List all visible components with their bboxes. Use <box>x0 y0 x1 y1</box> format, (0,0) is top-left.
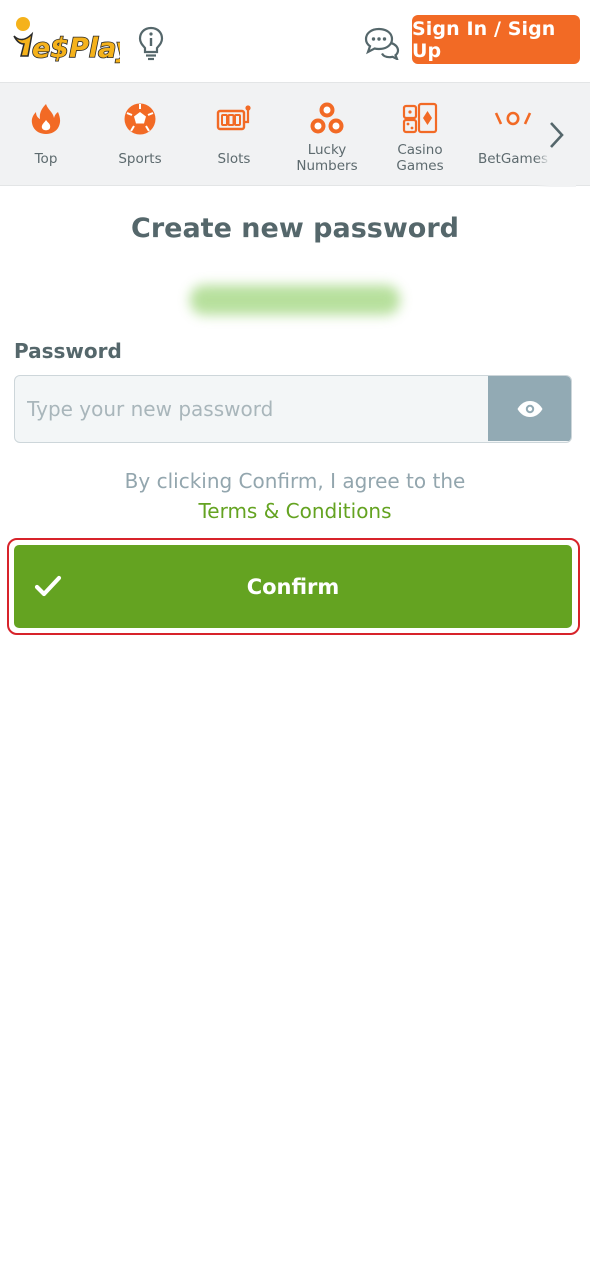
checkmark-icon <box>34 575 62 597</box>
flame-icon <box>26 99 66 139</box>
masked-phone-number <box>190 285 400 315</box>
category-top[interactable]: Top <box>1 83 91 187</box>
category-nav: Top Sports Slots Lucky Numbers Casino Ga… <box>0 82 590 187</box>
chat-bubbles-icon <box>364 27 400 60</box>
new-password-input[interactable] <box>15 376 489 441</box>
slot-machine-icon <box>214 99 254 139</box>
dice-cards-icon <box>400 99 440 139</box>
category-label: Top <box>34 151 58 167</box>
soccer-ball-icon <box>120 99 160 139</box>
agree-text: By clicking Confirm, I agree to the <box>124 469 466 493</box>
app-header: e$Play Sign In / Sign Up <box>0 0 590 82</box>
lightbulb-info-icon <box>138 26 164 61</box>
password-label: Password <box>14 339 122 363</box>
category-label: Slots <box>217 151 251 167</box>
category-label: Lucky Numbers <box>296 142 358 174</box>
category-lucky-numbers[interactable]: Lucky Numbers <box>282 83 372 187</box>
toggle-password-visibility-button[interactable] <box>488 376 571 441</box>
yesplay-logo[interactable]: e$Play <box>12 14 135 68</box>
eye-icon <box>517 400 542 417</box>
chat-button[interactable] <box>362 24 402 62</box>
terms-conditions-link[interactable]: Terms & Conditions <box>0 496 590 526</box>
chevron-right-icon <box>550 122 564 148</box>
category-label: Sports <box>118 151 162 167</box>
category-label: Casino Games <box>396 142 444 174</box>
password-field-group <box>14 375 572 443</box>
category-scroll-right[interactable] <box>536 83 576 187</box>
page-title: Create new password <box>131 213 459 244</box>
lottery-balls-icon <box>307 99 347 139</box>
category-casino-games[interactable]: Casino Games <box>375 83 465 187</box>
info-bulb-button[interactable] <box>135 24 167 62</box>
category-slots[interactable]: Slots <box>189 83 279 187</box>
category-sports[interactable]: Sports <box>95 83 185 187</box>
signin-signup-button[interactable]: Sign In / Sign Up <box>412 15 580 64</box>
confirm-label: Confirm <box>246 574 340 599</box>
confirm-button[interactable]: Confirm <box>14 545 572 628</box>
svg-text:e$Play: e$Play <box>32 33 120 64</box>
betgames-icon <box>493 99 533 139</box>
